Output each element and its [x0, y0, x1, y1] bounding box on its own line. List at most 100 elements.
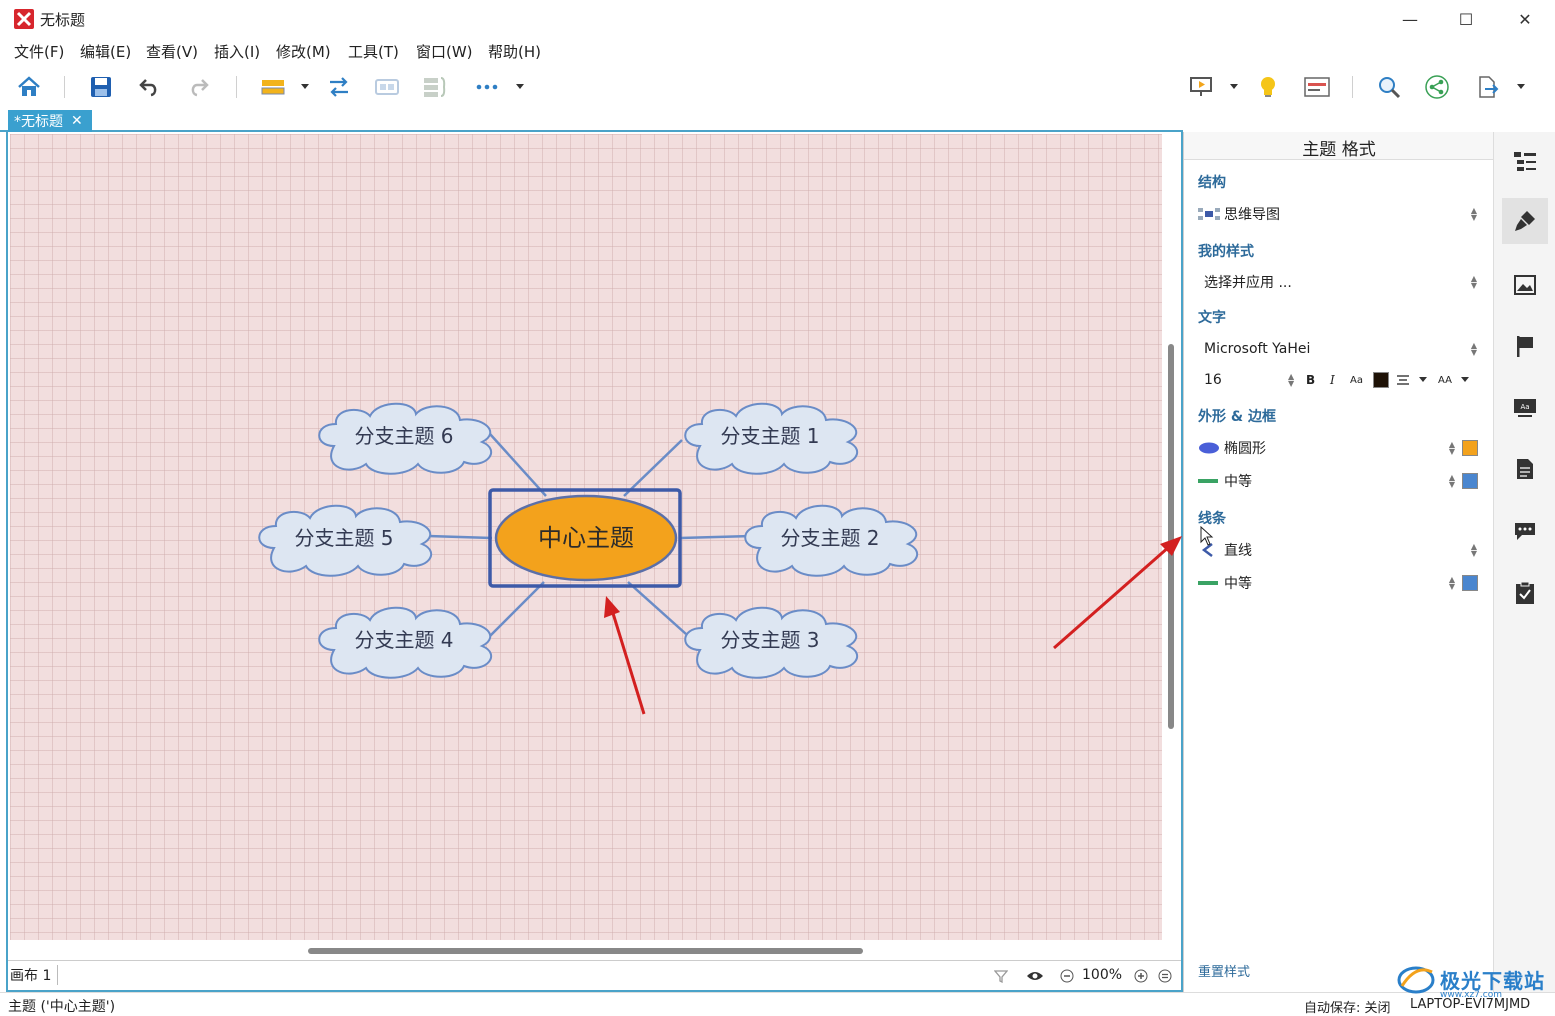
canvas-footer: 画布 1 100% — [8, 960, 1181, 990]
branch-topic-1[interactable]: 分支主题 1 — [684, 402, 859, 475]
fit-view-icon[interactable] — [1156, 967, 1174, 985]
branch-topic-3[interactable]: 分支主题 3 — [684, 606, 859, 679]
menu-edit[interactable]: 编辑(E) — [80, 41, 131, 62]
line-width-select[interactable]: 中等 ▲ ▼ — [1198, 570, 1478, 596]
toolbar — [0, 64, 1555, 110]
lightbulb-icon[interactable] — [1253, 72, 1283, 102]
text-heading: 文字 — [1198, 310, 1226, 326]
connector-line — [489, 433, 547, 497]
format-panel: 主题 格式 结构 思维导图 ▲ ▼ 我的样式 选择并应用 ... ▲ ▼ 文字 Mi… — [1183, 132, 1494, 992]
font-size-value[interactable]: 16 — [1204, 372, 1274, 388]
sticker-text-icon[interactable]: Aa — [1502, 385, 1548, 431]
toolbar-separator — [1352, 76, 1353, 98]
outline-icon[interactable] — [1502, 138, 1548, 184]
document-tab[interactable]: *无标题 ✕ — [8, 110, 92, 132]
branch-topic-label: 分支主题 5 — [294, 526, 393, 550]
close-window-button[interactable]: ✕ — [1502, 4, 1548, 34]
updown-arrows-icon: ▲ ▼ — [1470, 341, 1478, 357]
chevron-down-icon[interactable] — [514, 80, 526, 92]
task-clipboard-icon[interactable] — [1502, 570, 1548, 616]
font-family-select[interactable]: Microsoft YaHei ▲ ▼ — [1198, 336, 1478, 362]
branch-topic-2[interactable]: 分支主题 2 — [744, 504, 919, 577]
maximize-button[interactable]: ☐ — [1443, 4, 1489, 34]
relationship-icon[interactable] — [324, 72, 354, 102]
shape-value: 椭圆形 — [1224, 441, 1266, 457]
eye-icon[interactable] — [1026, 967, 1044, 985]
mindmap-diagram: 分支主题 1 分支主题 2 分支主题 3 分支主题 4 分支主题 5 分支主题 … — [258, 402, 919, 715]
zoom-out-icon[interactable] — [1058, 967, 1076, 985]
redo-icon[interactable] — [184, 72, 214, 102]
text-format-row: 16 ▲ ▼ B I Aa AA — [1198, 367, 1478, 393]
close-tab-icon[interactable]: ✕ — [71, 113, 83, 129]
chevron-down-icon[interactable] — [299, 80, 311, 92]
structure-select[interactable]: 思维导图 ▲ ▼ — [1198, 201, 1478, 227]
search-icon[interactable] — [1374, 72, 1404, 102]
reset-style-link[interactable]: 重置样式 — [1198, 961, 1250, 980]
export-icon[interactable] — [1472, 72, 1502, 102]
title-bar: 无标题 — ☐ ✕ — [0, 0, 1555, 38]
mindmap-canvas[interactable]: 分支主题 1 分支主题 2 分支主题 3 分支主题 4 分支主题 5 分支主题 … — [10, 134, 1162, 940]
summary-icon[interactable] — [420, 72, 450, 102]
font-family-value: Microsoft YaHei — [1204, 341, 1311, 357]
updown-arrows-icon: ▲ ▼ — [1448, 440, 1456, 456]
branch-topic-6[interactable]: 分支主题 6 — [318, 402, 493, 475]
menu-view[interactable]: 查看(V) — [146, 41, 198, 62]
undo-icon[interactable] — [134, 72, 164, 102]
annotation-arrow — [1053, 536, 1182, 650]
outline-view-icon[interactable] — [1302, 72, 1332, 102]
chevron-down-icon[interactable] — [1418, 376, 1428, 384]
line-width-icon — [1198, 479, 1218, 483]
align-icon[interactable] — [1396, 374, 1410, 386]
line-style-select[interactable]: 直线 ▲ ▼ — [1198, 537, 1478, 563]
chevron-down-icon[interactable] — [1228, 80, 1240, 92]
boundary-icon[interactable] — [372, 72, 402, 102]
italic-button[interactable]: I — [1330, 373, 1335, 387]
branch-topic-4[interactable]: 分支主题 4 — [318, 606, 493, 679]
comment-icon[interactable] — [1502, 508, 1548, 554]
line-color-swatch[interactable] — [1462, 575, 1478, 591]
chevron-down-icon[interactable] — [1515, 80, 1527, 92]
menu-file[interactable]: 文件(F) — [14, 41, 64, 62]
branch-topic-5[interactable]: 分支主题 5 — [258, 504, 433, 577]
marker-flag-icon[interactable] — [1502, 323, 1548, 369]
menu-insert[interactable]: 插入(I) — [214, 41, 260, 62]
connector-line — [427, 534, 493, 540]
updown-arrows-icon[interactable]: ▲ ▼ — [1288, 373, 1294, 388]
zoom-in-icon[interactable] — [1132, 967, 1150, 985]
shape-fill-color-swatch[interactable] — [1462, 440, 1478, 456]
share-icon[interactable] — [1422, 72, 1452, 102]
connector-line — [623, 439, 683, 497]
status-autosave[interactable]: 自动保存: 关闭 — [1304, 997, 1391, 1016]
text-case-button[interactable]: Aa — [1350, 375, 1363, 386]
menu-tools[interactable]: 工具(T) — [348, 41, 399, 62]
filter-icon[interactable] — [992, 967, 1010, 985]
my-style-select[interactable]: 选择并应用 ... ▲ ▼ — [1198, 269, 1478, 295]
text-color-swatch[interactable] — [1373, 372, 1389, 388]
border-color-swatch[interactable] — [1462, 473, 1478, 489]
border-width-value: 中等 — [1224, 474, 1252, 490]
text-caps-button[interactable]: AA — [1438, 375, 1452, 386]
home-icon[interactable] — [14, 72, 44, 102]
document-tab-label: *无标题 — [14, 114, 63, 130]
horizontal-scrollbar[interactable] — [308, 948, 863, 954]
chevron-down-icon[interactable] — [1460, 376, 1470, 384]
minimize-button[interactable]: — — [1387, 4, 1433, 34]
image-icon[interactable] — [1502, 262, 1548, 308]
menu-window[interactable]: 窗口(W) — [416, 41, 473, 62]
border-width-select[interactable]: 中等 ▲ ▼ — [1198, 468, 1478, 494]
presentation-icon[interactable] — [1186, 72, 1216, 102]
status-bar: 主题 ('中心主题') 自动保存: 关闭 LAPTOP-EVI7MJMD — [0, 992, 1555, 1016]
save-icon[interactable] — [86, 72, 116, 102]
menu-modify[interactable]: 修改(M) — [276, 41, 331, 62]
notes-icon[interactable] — [1502, 446, 1548, 492]
bold-button[interactable]: B — [1306, 373, 1315, 387]
more-icon[interactable] — [472, 72, 502, 102]
format-brush-icon[interactable] — [1502, 198, 1548, 244]
menu-help[interactable]: 帮助(H) — [488, 41, 541, 62]
updown-arrows-icon: ▲ ▼ — [1470, 274, 1478, 290]
sheet-tab[interactable]: 画布 1 — [10, 965, 59, 985]
shape-select[interactable]: 椭圆形 ▲ ▼ — [1198, 435, 1478, 461]
insert-topic-icon[interactable] — [258, 72, 288, 102]
central-topic[interactable]: 中心主题 — [494, 494, 678, 582]
my-style-heading: 我的样式 — [1198, 244, 1254, 260]
